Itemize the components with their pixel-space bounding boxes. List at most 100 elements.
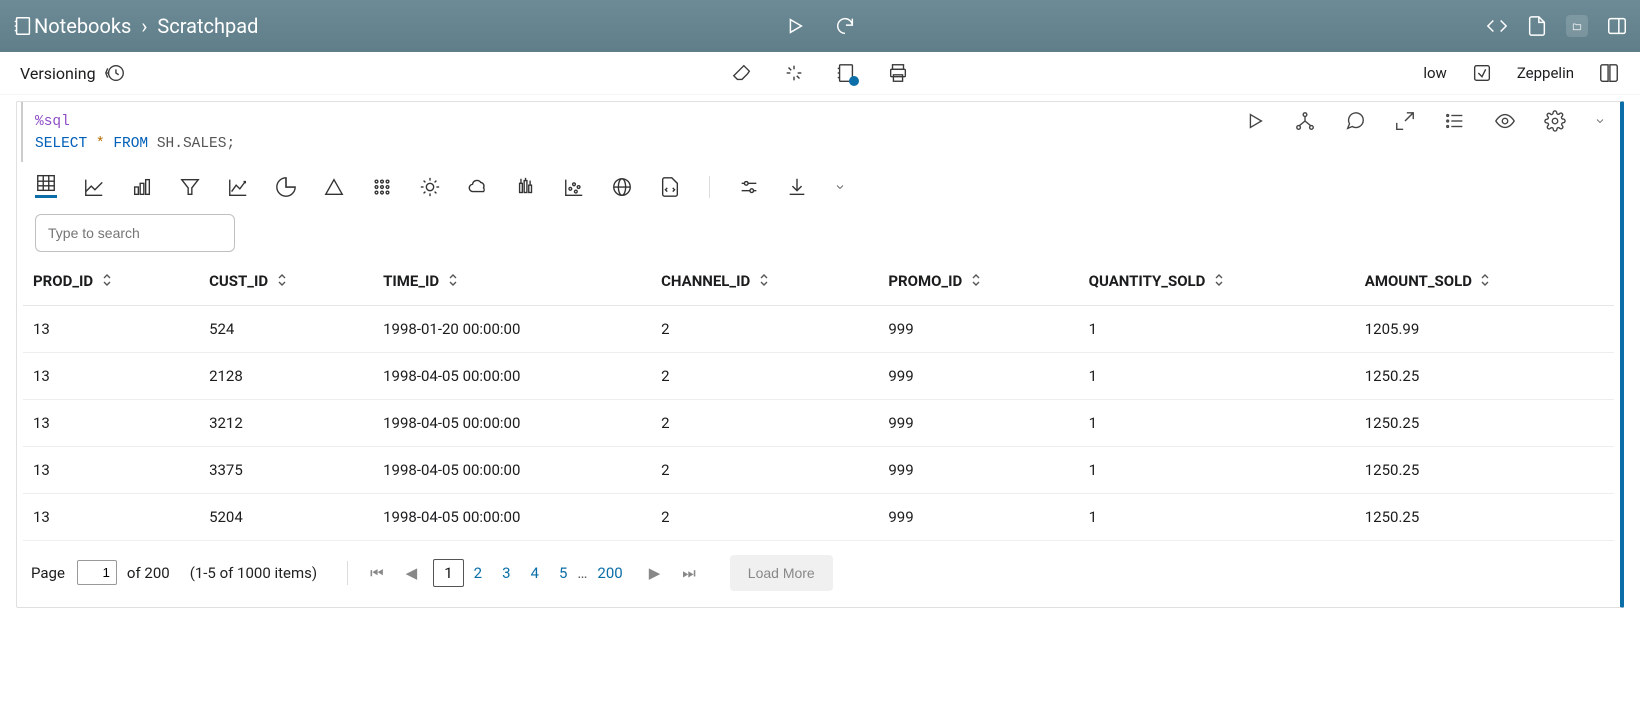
load-more-button[interactable]: Load More <box>730 555 833 591</box>
history-icon[interactable] <box>104 62 126 84</box>
sort-icon <box>970 273 982 291</box>
cell-amount_sold: 1250.25 <box>1355 493 1614 540</box>
code-view-icon[interactable] <box>1486 15 1508 37</box>
funnel-chart-icon[interactable] <box>179 176 201 198</box>
cell-promo_id: 999 <box>878 399 1078 446</box>
breadcrumb-separator: › <box>141 14 147 38</box>
map-chart-icon[interactable] <box>611 176 633 198</box>
table-view-icon[interactable] <box>35 176 57 198</box>
table-row[interactable]: 135241998-01-20 00:00:00299911205.99 <box>23 305 1614 352</box>
list-icon[interactable] <box>1444 110 1466 132</box>
page-number-200[interactable]: 200 <box>587 560 632 586</box>
notebook-icon <box>12 15 34 37</box>
table-row[interactable]: 1352041998-04-05 00:00:00299911250.25 <box>23 493 1614 540</box>
cell-promo_id: 999 <box>878 305 1078 352</box>
print-icon[interactable] <box>887 62 909 84</box>
visualization-settings-icon[interactable] <box>738 176 760 198</box>
pager-separator <box>347 561 348 585</box>
page-number-2[interactable]: 2 <box>464 560 492 586</box>
sort-icon <box>1213 273 1225 291</box>
cell-channel_id: 2 <box>651 399 878 446</box>
notebook-export-icon[interactable] <box>835 62 857 84</box>
column-header-time_id[interactable]: TIME_ID <box>373 258 651 306</box>
comment-icon[interactable] <box>1344 110 1366 132</box>
sort-icon <box>276 273 288 291</box>
scatter-chart-icon[interactable] <box>371 176 393 198</box>
download-dropdown-icon[interactable] <box>834 176 846 198</box>
interpreter-label: Zeppelin <box>1517 64 1574 82</box>
book-icon[interactable] <box>1598 62 1620 84</box>
visualization-toolbar <box>17 162 1620 204</box>
visibility-icon[interactable] <box>1494 110 1516 132</box>
area-chart-icon[interactable] <box>227 176 249 198</box>
page-number-3[interactable]: 3 <box>492 560 520 586</box>
sort-icon <box>101 273 113 291</box>
raw-output-icon[interactable] <box>659 176 681 198</box>
page-number-4[interactable]: 4 <box>521 560 549 586</box>
prev-page-icon[interactable]: ◀ <box>400 564 424 582</box>
column-header-promo_id[interactable]: PROMO_ID <box>878 258 1078 306</box>
cell-channel_id: 2 <box>651 305 878 352</box>
pagination: Page of 200 (1-5 of 1000 items) ⏮ ◀ 1234… <box>17 541 1620 591</box>
chevron-down-icon[interactable] <box>1594 110 1606 132</box>
sort-icon <box>447 273 459 291</box>
first-page-icon[interactable]: ⏮ <box>364 564 390 582</box>
download-icon[interactable] <box>786 176 808 198</box>
code-star: * <box>96 136 105 152</box>
page-ellipsis: … <box>577 564 587 582</box>
document-icon[interactable] <box>1526 15 1548 37</box>
table-row[interactable]: 1321281998-04-05 00:00:00299911250.25 <box>23 352 1614 399</box>
dependency-icon[interactable] <box>1294 110 1316 132</box>
versioning-label[interactable]: Versioning <box>20 64 96 83</box>
page-input[interactable] <box>77 560 117 585</box>
page-of-label: of 200 <box>127 564 170 582</box>
notebook-toolbar: Versioning low Zeppelin <box>0 52 1640 95</box>
refresh-icon[interactable] <box>834 15 856 37</box>
page-number-5[interactable]: 5 <box>549 560 577 586</box>
cell-time_id: 1998-04-05 00:00:00 <box>373 352 651 399</box>
settings-icon[interactable] <box>1544 110 1566 132</box>
pie-chart-icon[interactable] <box>275 176 297 198</box>
column-header-prod_id[interactable]: PROD_ID <box>23 258 199 306</box>
sunburst-chart-icon[interactable] <box>419 176 441 198</box>
page-number-1[interactable]: 1 <box>433 559 463 587</box>
sort-icon <box>758 273 770 291</box>
cell-promo_id: 999 <box>878 352 1078 399</box>
expand-icon[interactable] <box>1394 110 1416 132</box>
bar-chart-icon[interactable] <box>131 176 153 198</box>
last-page-icon[interactable]: ⏭ <box>676 564 702 582</box>
boxplot-icon[interactable] <box>515 176 537 198</box>
column-header-cust_id[interactable]: CUST_ID <box>199 258 373 306</box>
magic-icon[interactable] <box>783 62 805 84</box>
column-header-channel_id[interactable]: CHANNEL_ID <box>651 258 878 306</box>
pyramid-chart-icon[interactable] <box>323 176 345 198</box>
column-header-amount_sold[interactable]: AMOUNT_SOLD <box>1355 258 1614 306</box>
code-magic: %sql <box>35 114 70 130</box>
cell-cust_id: 2128 <box>199 352 373 399</box>
folder-icon[interactable] <box>1566 15 1588 37</box>
table-body: 135241998-01-20 00:00:00299911205.991321… <box>23 305 1614 540</box>
priority-icon[interactable] <box>1471 62 1493 84</box>
cell-time_id: 1998-04-05 00:00:00 <box>373 399 651 446</box>
table-row[interactable]: 1333751998-04-05 00:00:00299911250.25 <box>23 446 1614 493</box>
column-header-quantity_sold[interactable]: QUANTITY_SOLD <box>1079 258 1355 306</box>
cell-time_id: 1998-01-20 00:00:00 <box>373 305 651 352</box>
app-header: Notebooks › Scratchpad <box>0 0 1640 52</box>
run-all-icon[interactable] <box>784 15 806 37</box>
table-row[interactable]: 1332121998-04-05 00:00:00299911250.25 <box>23 399 1614 446</box>
scatter-plot-icon[interactable] <box>563 176 585 198</box>
breadcrumb-root[interactable]: Notebooks <box>34 14 131 38</box>
next-page-icon[interactable]: ▶ <box>643 564 667 582</box>
run-cell-icon[interactable] <box>1244 110 1266 132</box>
eraser-icon[interactable] <box>731 62 753 84</box>
page-label: Page <box>31 564 65 582</box>
line-chart-icon[interactable] <box>83 176 105 198</box>
cell-amount_sold: 1250.25 <box>1355 399 1614 446</box>
cell-channel_id: 2 <box>651 446 878 493</box>
search-input[interactable] <box>35 214 235 252</box>
panel-split-icon[interactable] <box>1606 15 1628 37</box>
cell-prod_id: 13 <box>23 399 199 446</box>
tag-cloud-icon[interactable] <box>467 176 489 198</box>
cell-quantity_sold: 1 <box>1079 493 1355 540</box>
breadcrumb-current[interactable]: Scratchpad <box>157 14 258 38</box>
